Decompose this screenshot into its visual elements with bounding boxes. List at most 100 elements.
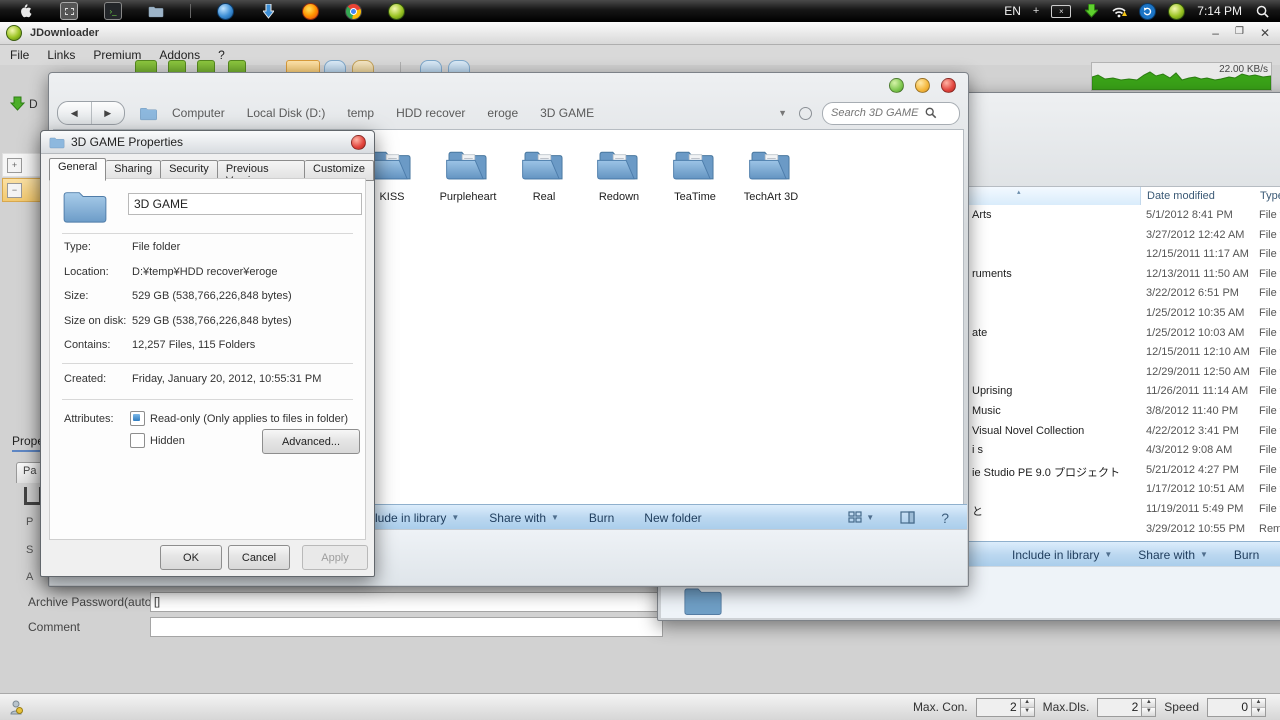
file-type: File f — [1259, 366, 1280, 378]
breadcrumb-item-temp[interactable]: temp — [347, 106, 374, 120]
window-close-icon[interactable] — [941, 78, 956, 93]
breadcrumb-item-computer[interactable]: Computer — [172, 106, 225, 120]
command-label: Burn — [1234, 548, 1259, 562]
file-type: File f — [1259, 503, 1280, 515]
menu-item-premium[interactable]: Premium — [93, 48, 141, 62]
hidden-checkbox[interactable] — [130, 433, 145, 448]
spinner-value[interactable]: 0 — [1208, 699, 1251, 716]
readonly-label: Read-only (Only applies to files in fold… — [150, 413, 348, 425]
folder-tile-teatime[interactable]: TeaTime — [657, 148, 733, 203]
download-arrow-icon[interactable] — [1083, 3, 1099, 19]
folder-icon — [733, 148, 809, 189]
help-icon[interactable]: ? — [941, 510, 949, 526]
command-label: Share with — [489, 511, 546, 525]
file-type: File f — [1259, 405, 1280, 417]
spinner-up-icon[interactable]: ▲ — [1252, 699, 1265, 708]
firefox-icon[interactable] — [302, 3, 319, 20]
folder-tile-purpleheart[interactable]: Purpleheart — [430, 148, 506, 203]
search-icon — [925, 107, 937, 119]
breadcrumb-item-hdd-recover[interactable]: HDD recover — [396, 106, 465, 120]
file-date-modified: 3/8/2012 11:40 PM — [1146, 405, 1238, 417]
folder-tile-redown[interactable]: Redown — [581, 148, 657, 203]
column-header-type[interactable]: Type — [1260, 190, 1280, 202]
reconnect-icon[interactable] — [8, 699, 24, 715]
refresh-icon[interactable] — [799, 107, 812, 120]
info-value-size-on-disk: 529 GB (538,766,226,848 bytes) — [132, 315, 292, 327]
file-date-modified: 3/29/2012 10:55 PM — [1146, 523, 1245, 535]
spinner-value[interactable]: 2 — [977, 699, 1020, 716]
file-date-modified: 11/19/2011 5:49 PM — [1146, 503, 1243, 515]
tab-general[interactable]: General — [49, 158, 106, 181]
command-new-folder[interactable]: New folder — [644, 511, 701, 525]
comment-field[interactable] — [150, 617, 663, 637]
sync-icon[interactable] — [1139, 3, 1156, 20]
folder-tile-techart-3d[interactable]: TechArt 3D — [733, 148, 809, 203]
advanced-button[interactable]: Advanced... — [262, 429, 360, 454]
archive-password-field[interactable] — [150, 592, 663, 612]
back-button[interactable]: ◀ — [58, 102, 92, 124]
forward-button[interactable]: ▶ — [92, 102, 125, 124]
jdownloader-titlebar[interactable]: JDownloader – ❐ ✕ — [0, 22, 1280, 45]
dialog-titlebar[interactable]: 3D GAME Properties — [41, 131, 374, 154]
chrome-icon[interactable] — [345, 3, 362, 20]
minimize-icon[interactable]: – — [1212, 26, 1219, 40]
command-burn[interactable]: Burn — [1234, 548, 1259, 562]
wifi-warning-icon[interactable] — [1111, 3, 1127, 19]
folder-tile-real[interactable]: Real — [506, 148, 582, 203]
file-date-modified: 1/25/2012 10:03 AM — [1146, 327, 1244, 339]
apply-button[interactable]: Apply — [302, 545, 368, 570]
window-minimize-icon[interactable] — [889, 78, 904, 93]
command-share-with[interactable]: Share with▼ — [1138, 548, 1208, 562]
keyboard-icon[interactable]: × — [1051, 5, 1071, 18]
column-header-date-modified[interactable]: Date modified — [1147, 190, 1215, 202]
file-manager-icon[interactable] — [148, 3, 164, 19]
expand-icon[interactable]: + — [7, 158, 22, 173]
spinner-value[interactable]: 2 — [1098, 699, 1141, 716]
jd-globe-icon[interactable] — [388, 3, 405, 20]
clock[interactable]: 7:14 PM — [1197, 4, 1242, 18]
tab-downloads[interactable]: D — [10, 96, 38, 111]
spinner-down-icon[interactable]: ▼ — [1142, 708, 1155, 716]
file-name: ate — [972, 327, 987, 339]
breadcrumb-item-eroge[interactable]: eroge — [487, 106, 518, 120]
jdownloader-app-icon — [6, 25, 22, 41]
cancel-button[interactable]: Cancel — [228, 545, 290, 570]
ok-button[interactable]: OK — [160, 545, 222, 570]
preview-pane-icon[interactable] — [900, 511, 915, 524]
spinner-up-icon[interactable]: ▲ — [1021, 699, 1034, 708]
jd-globe-icon[interactable] — [1168, 3, 1185, 20]
breadcrumb-item-3d-game[interactable]: 3D GAME — [540, 106, 594, 120]
command-burn[interactable]: Burn — [589, 511, 614, 525]
view-options-button[interactable]: ▼ — [848, 511, 874, 524]
spinner-down-icon[interactable]: ▼ — [1252, 708, 1265, 716]
apple-icon[interactable] — [18, 3, 34, 19]
search-input[interactable] — [829, 106, 925, 120]
download-icon[interactable] — [260, 3, 276, 19]
plus-icon[interactable]: + — [1033, 5, 1039, 17]
command-include-in-library[interactable]: Include in library▼ — [1012, 548, 1112, 562]
browser-icon[interactable] — [217, 3, 234, 20]
dialog-close-icon[interactable] — [351, 135, 366, 150]
spinner-up-icon[interactable]: ▲ — [1142, 699, 1155, 708]
address-dropdown-icon[interactable]: ▼ — [778, 108, 787, 118]
maximize-icon[interactable]: ❐ — [1235, 26, 1244, 40]
readonly-checkbox[interactable] — [130, 411, 145, 426]
separator — [62, 233, 353, 234]
terminal-icon[interactable]: ›_ — [104, 2, 122, 20]
search-icon[interactable] — [1254, 3, 1270, 19]
spinner-down-icon[interactable]: ▼ — [1021, 708, 1034, 716]
breadcrumb-item-local-disk-d[interactable]: Local Disk (D:) — [247, 106, 326, 120]
file-name: ruments — [972, 268, 1012, 280]
menu-item-item[interactable]: ? — [218, 48, 225, 62]
language-indicator[interactable]: EN — [1004, 4, 1021, 18]
address-bar: ◀ ▶ Computer Local Disk (D:) temp HDD recov… — [49, 97, 968, 129]
folder-name-field[interactable] — [128, 193, 362, 215]
screenshot-icon[interactable] — [60, 2, 78, 20]
file-name: Uprising — [972, 385, 1012, 397]
window-restore-icon[interactable] — [915, 78, 930, 93]
close-icon[interactable]: ✕ — [1260, 26, 1270, 40]
command-share-with[interactable]: Share with▼ — [489, 511, 559, 525]
collapse-icon[interactable]: − — [7, 183, 22, 198]
menu-item-file[interactable]: File — [10, 48, 29, 62]
menu-item-links[interactable]: Links — [47, 48, 75, 62]
